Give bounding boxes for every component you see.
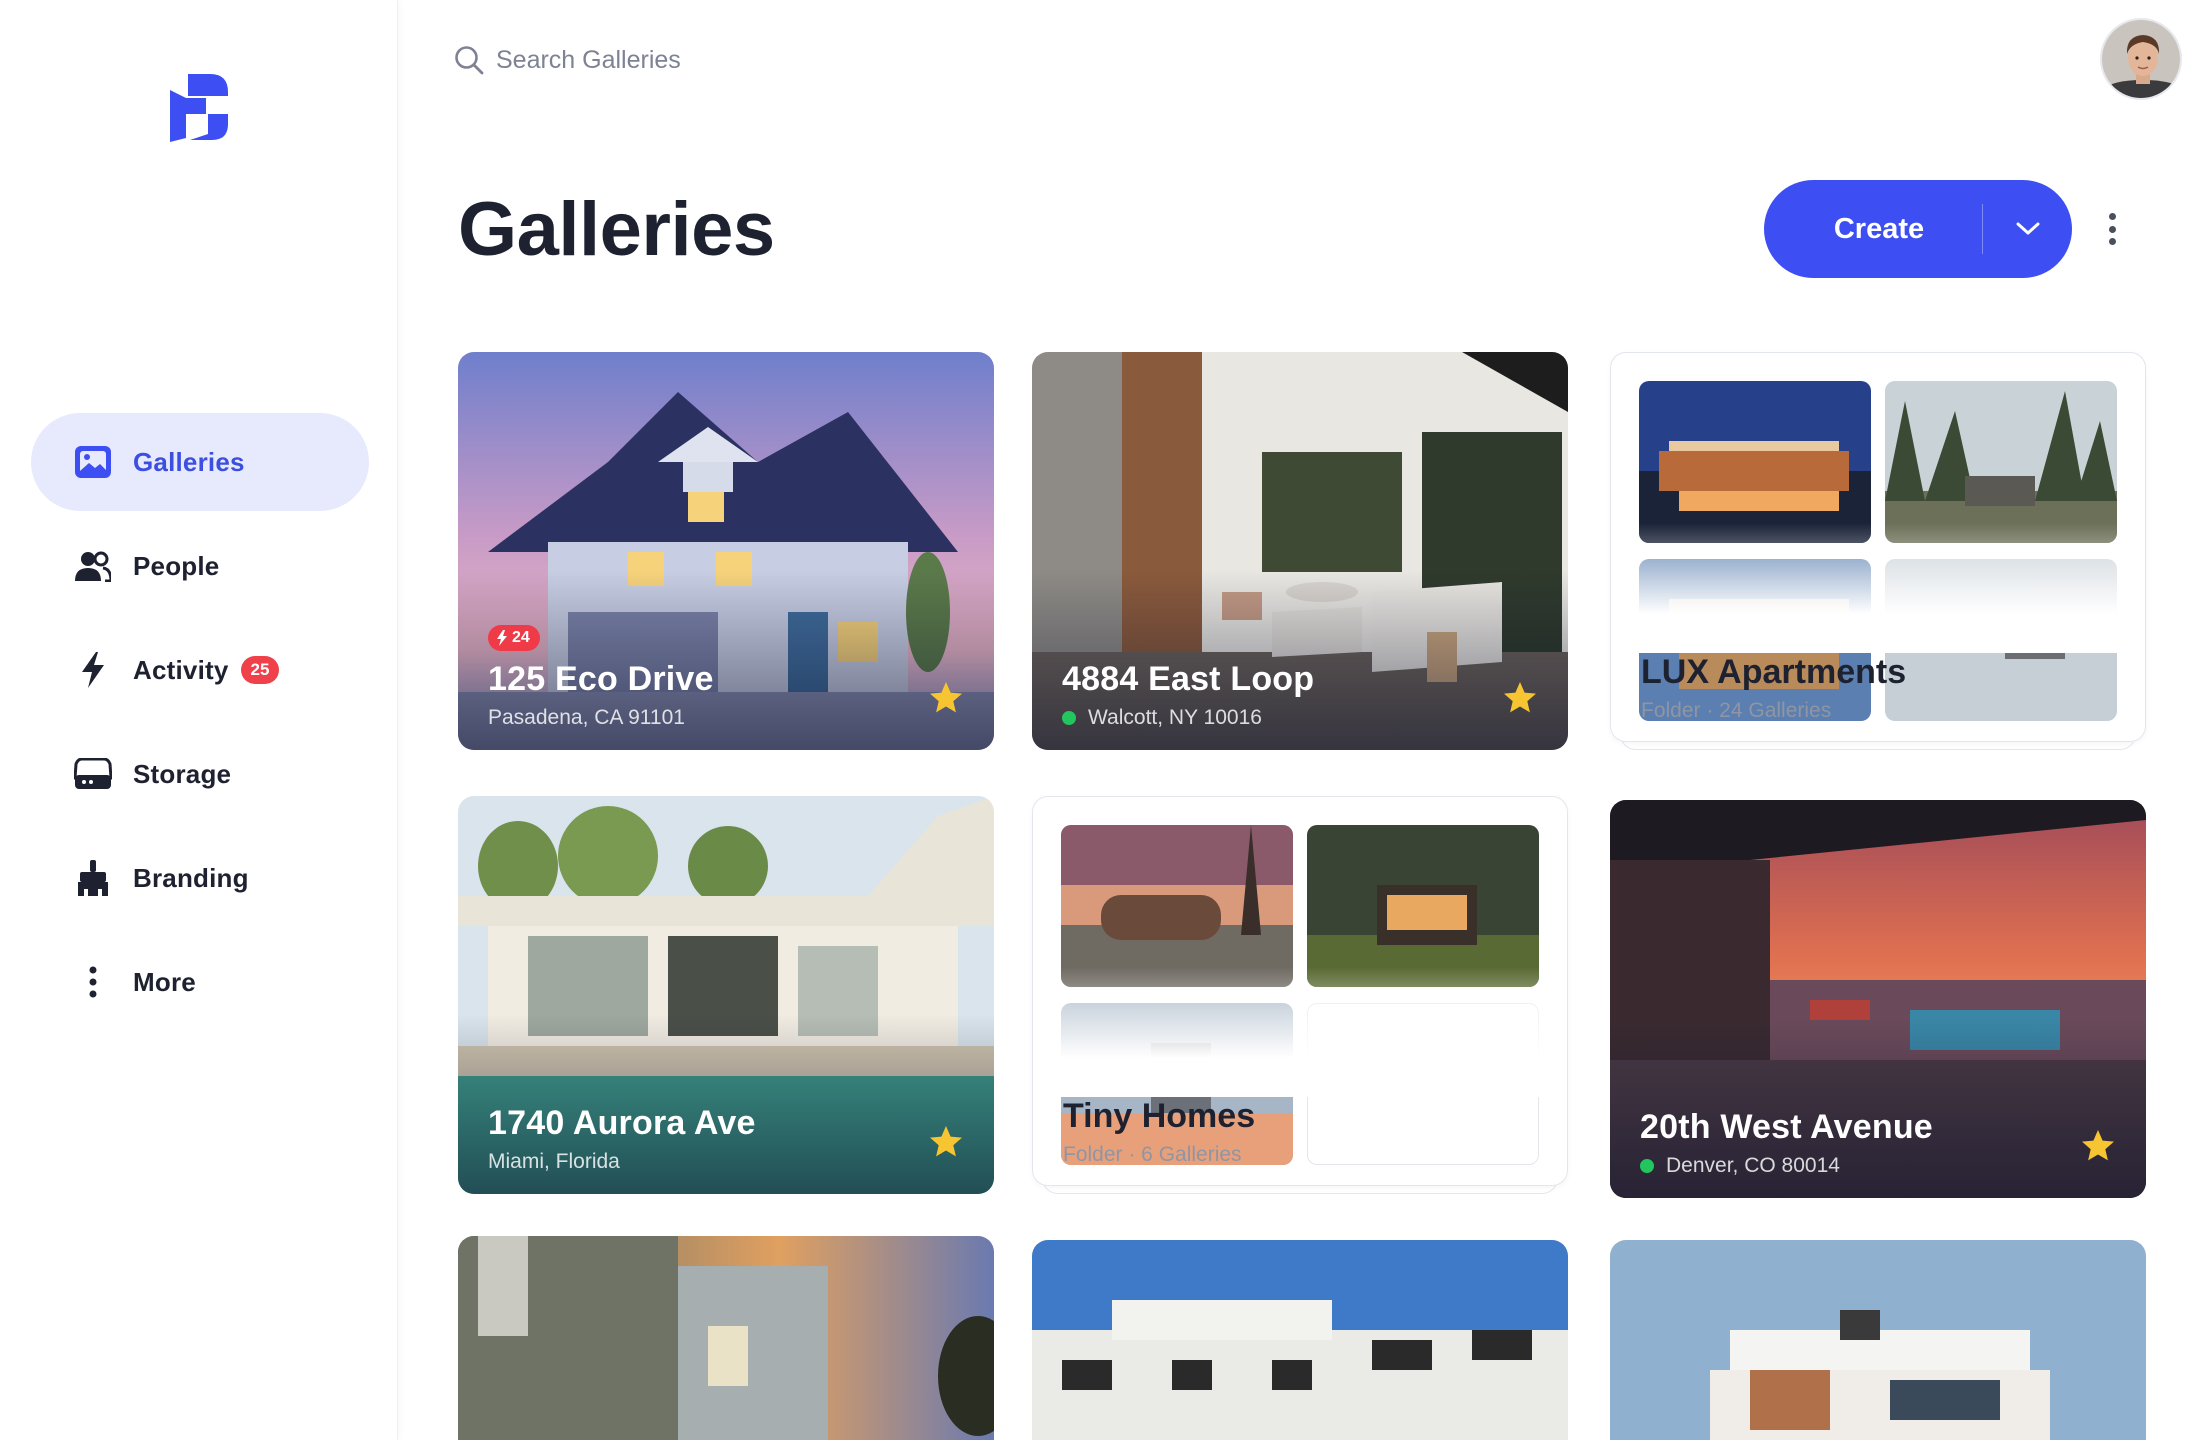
folder-card[interactable]: LUX Apartments Folder · 24 Galleries — [1610, 352, 2146, 742]
people-icon — [73, 546, 113, 586]
sidebar-item-people[interactable]: People — [31, 517, 369, 615]
kebab-dot — [2108, 238, 2116, 245]
sidebar: Galleries People Activity 25 Storage Bra… — [0, 0, 398, 1440]
folder-card[interactable]: Tiny Homes Folder · 6 Galleries — [1032, 796, 1568, 1186]
gallery-location: Walcott, NY 10016 — [1062, 706, 1262, 730]
folder-subtitle: Folder · 24 Galleries — [1641, 699, 1832, 722]
star-icon[interactable] — [928, 1124, 964, 1160]
gallery-location: Denver, CO 80014 — [1640, 1154, 1840, 1178]
gallery-title: 20th West Avenue — [1640, 1108, 1933, 1146]
chevron-down-icon — [2016, 222, 2039, 235]
sidebar-nav: Galleries People Activity 25 Storage Bra… — [31, 413, 369, 1037]
gallery-icon — [73, 442, 113, 482]
bolt-icon — [497, 630, 507, 646]
gallery-cover-image — [1032, 1240, 1568, 1440]
sidebar-item-more[interactable]: More — [31, 933, 369, 1031]
create-button[interactable]: Create — [1764, 213, 1982, 246]
gallery-location: Pasadena, CA 91101 — [488, 706, 685, 729]
sidebar-item-label: Storage — [133, 758, 232, 789]
sidebar-item-label: People — [133, 550, 220, 581]
kebab-dot — [2108, 225, 2116, 233]
search-icon — [454, 45, 484, 75]
gallery-title: 125 Eco Drive — [488, 660, 714, 698]
folder-thumbnail — [1639, 381, 1871, 543]
search-input[interactable] — [496, 45, 996, 75]
sidebar-item-activity[interactable]: Activity 25 — [31, 621, 369, 719]
folder-thumbnail — [1885, 381, 2117, 543]
gallery-cover-image — [1610, 1240, 2146, 1440]
folder-thumbnail — [1061, 825, 1293, 987]
sidebar-item-branding[interactable]: Branding — [31, 829, 369, 927]
folder-title: Tiny Homes — [1063, 1097, 1256, 1135]
sidebar-item-label: Galleries — [133, 446, 245, 477]
folder-thumbnail — [1307, 825, 1539, 987]
gallery-card[interactable]: 20th West Avenue Denver, CO 80014 — [1610, 800, 2146, 1198]
page-options-button[interactable] — [2100, 207, 2124, 251]
gallery-location: Miami, Florida — [488, 1150, 620, 1173]
folder-fade — [1611, 523, 2145, 653]
bolt-icon — [73, 650, 113, 690]
kebab-dot — [2108, 213, 2116, 220]
gallery-title: 4884 East Loop — [1062, 660, 1315, 698]
activity-count-badge: 25 — [240, 656, 280, 684]
star-icon[interactable] — [2080, 1128, 2116, 1164]
page-title: Galleries — [458, 187, 775, 272]
sidebar-item-galleries[interactable]: Galleries — [31, 413, 369, 511]
gallery-card[interactable] — [1032, 1240, 1568, 1440]
create-button-group: Create — [1764, 180, 2072, 278]
gallery-card[interactable] — [1610, 1240, 2146, 1440]
brush-icon — [73, 858, 113, 898]
star-icon[interactable] — [928, 680, 964, 716]
search-bar — [454, 42, 996, 78]
star-icon[interactable] — [1502, 680, 1538, 716]
folder-subtitle: Folder · 6 Galleries — [1063, 1143, 1242, 1166]
create-dropdown-button[interactable] — [1983, 221, 2072, 237]
app-logo[interactable] — [166, 74, 230, 142]
gallery-card[interactable]: 24 125 Eco Drive Pasadena, CA 91101 — [458, 352, 994, 750]
sidebar-item-storage[interactable]: Storage — [31, 725, 369, 823]
gallery-card[interactable] — [458, 1236, 994, 1440]
gallery-cover-image — [458, 1236, 994, 1440]
storage-icon — [73, 754, 113, 794]
live-status-dot — [1062, 711, 1076, 725]
sidebar-item-label: Activity — [133, 654, 229, 685]
gallery-card[interactable]: 1740 Aurora Ave Miami, Florida — [458, 796, 994, 1194]
avatar[interactable] — [2100, 18, 2182, 100]
gallery-title: 1740 Aurora Ave — [488, 1104, 756, 1142]
folder-fade — [1033, 967, 1567, 1097]
gallery-card[interactable]: 4884 East Loop Walcott, NY 10016 — [1032, 352, 1568, 750]
folder-title: LUX Apartments — [1641, 653, 1907, 691]
sidebar-item-label: More — [133, 966, 196, 997]
more-vertical-icon — [73, 962, 113, 1002]
sidebar-item-label: Branding — [133, 862, 249, 893]
live-status-dot — [1640, 1159, 1654, 1173]
notification-badge: 24 — [488, 625, 540, 651]
